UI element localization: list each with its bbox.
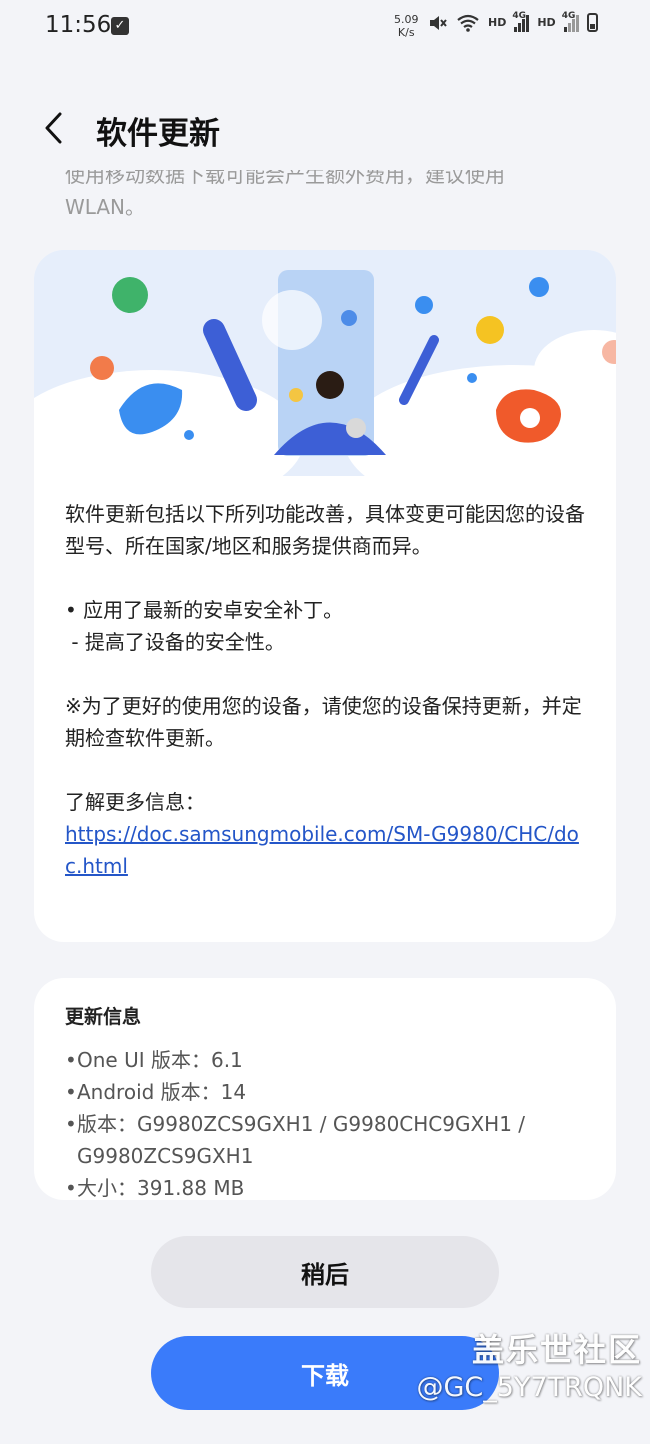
watermark-user: @GC_5Y7TRQNK (416, 1372, 642, 1403)
status-bar: 11:56 ✓ 5.09 K/s HD 4G HD 4G (0, 0, 650, 56)
chevron-left-icon (45, 112, 62, 144)
info-item-size: 大小：391.88 MB (65, 1172, 595, 1204)
update-details-card: 软件更新包括以下所列功能改善，具体变更可能因您的设备型号、所在国家/地区和服务提… (34, 250, 616, 942)
info-item-android: Android 版本：14 (65, 1076, 595, 1108)
notice-line-2: WLAN。 (65, 195, 146, 219)
wifi-icon (457, 14, 479, 32)
signal-icon: 4G (512, 10, 530, 32)
description-sub-bullet: - 提高了设备的安全性。 (65, 630, 285, 654)
network-type: 4G (512, 10, 526, 21)
description-bullet: • 应用了最新的安卓安全补丁。 (65, 598, 344, 622)
update-illustration (34, 250, 616, 515)
network-speed-unit: K/s (397, 26, 415, 39)
network-type-2: 4G (561, 10, 576, 21)
app-header: 软件更新 (0, 100, 650, 160)
later-button[interactable]: 稍后 (151, 1236, 499, 1308)
learn-more-link[interactable]: https://doc.samsungmobile.com/SM-G9980/C… (65, 818, 593, 882)
status-time: 11:56 (45, 12, 112, 38)
update-info-list: One UI 版本：6.1 Android 版本：14 版本：G9980ZCS9… (65, 1044, 595, 1204)
description-note: ※为了更好的使用您的设备，请使您的设备保持更新，并定期检查软件更新。 (65, 694, 582, 750)
signal-icon-2: 4G (561, 10, 579, 32)
notification-check-icon: ✓ (111, 17, 129, 35)
network-speed: 5.09 K/s (394, 13, 419, 39)
page-title: 软件更新 (96, 116, 220, 152)
info-item-build: 版本：G9980ZCS9GXH1 / G9980CHC9GXH1 / G9980… (65, 1108, 595, 1172)
learn-more-label: 了解更多信息： (65, 790, 205, 814)
illustration-image (34, 250, 616, 515)
update-description: 软件更新包括以下所列功能改善，具体变更可能因您的设备型号、所在国家/地区和服务提… (65, 498, 593, 882)
info-item-oneui: One UI 版本：6.1 (65, 1044, 595, 1076)
update-info-card: 更新信息 One UI 版本：6.1 Android 版本：14 版本：G998… (34, 978, 616, 1204)
notice-line-1: 使用移动数据下载可能会产生额外费用，建议使用 (65, 170, 505, 187)
mute-icon (430, 15, 447, 30)
watermark-community: 盖乐世社区 (471, 1331, 642, 1369)
watermark: 盖乐世社区 @GC_5Y7TRQNK (386, 1330, 642, 1406)
hd-badge: HD (488, 16, 507, 29)
battery-icon (586, 13, 598, 32)
hd-badge-2: HD (537, 16, 556, 29)
network-speed-value: 5.09 (394, 13, 419, 26)
update-info-title: 更新信息 (65, 1006, 142, 1028)
back-button[interactable] (34, 106, 78, 150)
description-intro: 软件更新包括以下所列功能改善，具体变更可能因您的设备型号、所在国家/地区和服务提… (65, 502, 585, 558)
status-icons: HD 4G HD 4G (428, 10, 598, 32)
data-usage-notice: 使用移动数据下载可能会产生额外费用，建议使用 WLAN。 (65, 170, 585, 222)
